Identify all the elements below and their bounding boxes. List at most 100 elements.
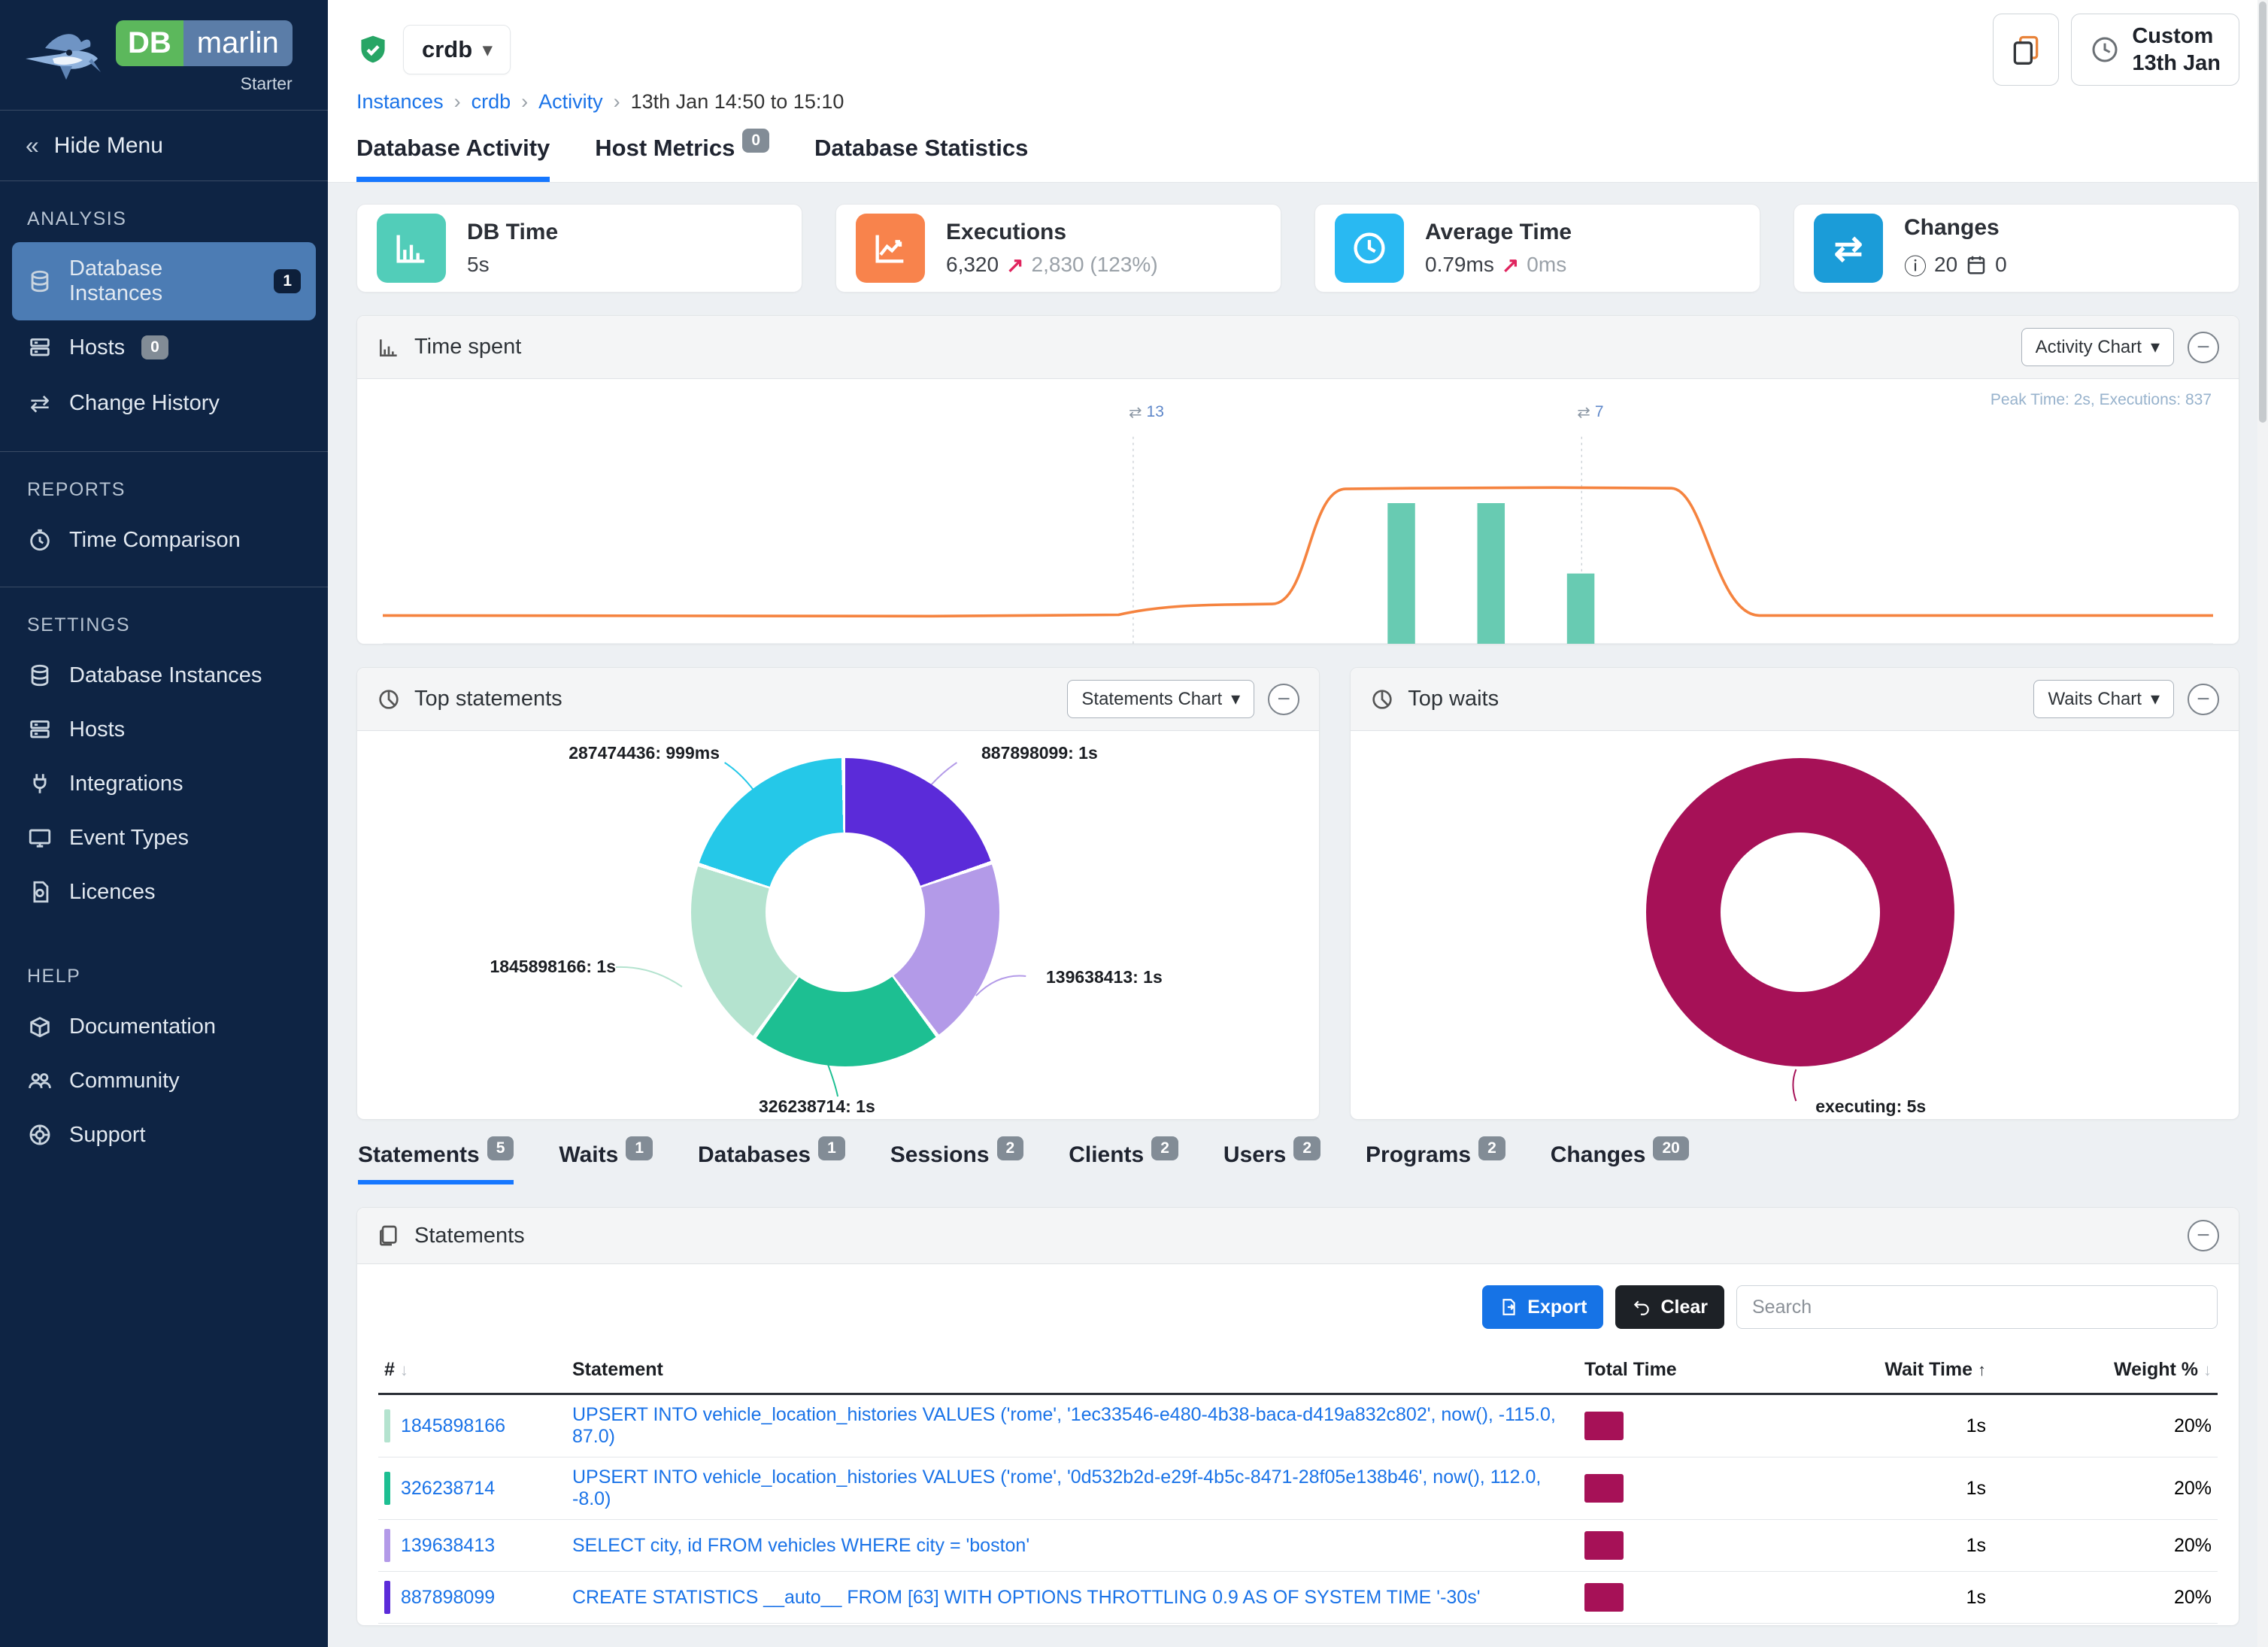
sidebar-item-label: Hosts (69, 717, 125, 742)
copy-icon (2009, 33, 2042, 66)
tab-clients[interactable]: Clients2 (1069, 1142, 1178, 1184)
hide-menu-label: Hide Menu (54, 133, 163, 159)
waits-donut[interactable] (1646, 758, 1954, 1066)
hide-menu-button[interactable]: « Hide Menu (0, 111, 328, 180)
chevron-down-icon: ▾ (2151, 688, 2160, 710)
tab-users[interactable]: Users2 (1223, 1142, 1320, 1184)
wait-time-value: 1s (1766, 1572, 1992, 1624)
column-header-weight[interactable]: Weight % ↓ (1992, 1347, 2218, 1394)
count-badge: 2 (1293, 1136, 1320, 1160)
activity-chart-select[interactable]: Activity Chart ▾ (2021, 328, 2174, 366)
breadcrumb-link-crdb[interactable]: crdb (471, 90, 511, 114)
donut-label: 887898099: 1s (981, 743, 1098, 763)
export-button[interactable]: Export (1482, 1285, 1603, 1329)
tab-waits[interactable]: Waits1 (559, 1142, 653, 1184)
statement-sql-link[interactable]: SELECT city, id FROM vehicles WHERE city… (572, 1535, 1029, 1556)
sort-down-icon: ↓ (400, 1360, 408, 1379)
sidebar-item-event-types[interactable]: Event Types (0, 811, 328, 865)
count-badge: 20 (1653, 1136, 1688, 1160)
donut-label: 139638413: 1s (1046, 967, 1163, 987)
time-spent-chart[interactable]: Peak Time: 2s, Executions: 837 ⇄13 ⇄7 14… (357, 379, 2239, 645)
tab-statements[interactable]: Statements5 (358, 1142, 514, 1184)
info-icon: ⓘ (1904, 248, 1927, 281)
sidebar-item-label: Hosts (69, 335, 125, 360)
statement-id-link[interactable]: 326238714 (401, 1478, 495, 1500)
tab-database-statistics[interactable]: Database Statistics (814, 135, 1028, 182)
weight-value: 20% (1992, 1624, 2218, 1626)
kpi-row: DB Time 5s Executions 6,320 ↗ 2,830 (123… (356, 204, 2239, 293)
statements-donut-chart: 287474436: 999ms 887898099: 1s 184589816… (357, 731, 1319, 1120)
time-range-line1: Custom (2132, 23, 2221, 50)
tab-host-metrics[interactable]: Host Metrics0 (595, 135, 769, 182)
change-marker[interactable]: ⇄7 (1577, 403, 1603, 422)
count-badge: 1 (818, 1136, 845, 1160)
column-header-statement[interactable]: Statement (566, 1347, 1578, 1394)
statement-id-link[interactable]: 1845898166 (401, 1415, 505, 1437)
kpi-db-time: DB Time 5s (356, 204, 802, 293)
count-badge: 1 (274, 269, 301, 293)
statements-donut[interactable] (691, 758, 999, 1066)
statements-chart-select[interactable]: Statements Chart ▾ (1067, 680, 1254, 718)
count-badge: 2 (1151, 1136, 1178, 1160)
tab-programs[interactable]: Programs2 (1366, 1142, 1505, 1184)
column-header-id[interactable]: # ↓ (378, 1347, 566, 1394)
statement-id-link[interactable]: 139638413 (401, 1535, 495, 1557)
swap-icon: ⇄ (1577, 403, 1590, 422)
sidebar-item-label: Integrations (69, 772, 183, 796)
waits-chart-select[interactable]: Waits Chart ▾ (2033, 680, 2174, 718)
sidebar-item-documentation[interactable]: Documentation (0, 999, 328, 1054)
sidebar-item-integrations[interactable]: Integrations (0, 757, 328, 811)
collapse-button[interactable]: − (2188, 332, 2219, 363)
vertical-scrollbar[interactable] (2257, 0, 2268, 1647)
sidebar-item-label: Time Comparison (69, 528, 241, 553)
change-marker[interactable]: ⇄13 (1129, 403, 1164, 422)
column-header-total-time[interactable]: Total Time (1578, 1347, 1766, 1394)
swap-icon: ⇄ (1814, 214, 1883, 283)
line-chart-icon (856, 214, 925, 283)
panel-title: Time spent (414, 335, 521, 359)
instance-name: crdb (422, 36, 472, 63)
breadcrumb-link-instances[interactable]: Instances (356, 90, 444, 114)
weight-value: 20% (1992, 1572, 2218, 1624)
sidebar-item-settings-hosts[interactable]: Hosts (0, 702, 328, 757)
sidebar-item-time-comparison[interactable]: Time Comparison (0, 513, 328, 567)
pie-chart-icon (377, 687, 401, 711)
collapse-button[interactable]: − (2188, 1220, 2219, 1251)
breadcrumb-separator: › (521, 90, 528, 114)
time-range-button[interactable]: Custom 13th Jan (2071, 14, 2239, 86)
statement-sql-link[interactable]: CREATE STATISTICS __auto__ FROM [63] WIT… (572, 1587, 1480, 1608)
sidebar-item-licences[interactable]: Licences (0, 865, 328, 919)
sidebar-item-label: Event Types (69, 826, 189, 851)
count-badge: 0 (141, 335, 168, 359)
tab-database-activity[interactable]: Database Activity (356, 135, 550, 182)
sort-down-icon: ↓ (2203, 1360, 2212, 1379)
tab-changes[interactable]: Changes20 (1551, 1142, 1689, 1184)
statement-sql-link[interactable]: UPSERT INTO vehicle_location_histories V… (572, 1404, 1556, 1447)
clear-button[interactable]: Clear (1615, 1285, 1724, 1329)
total-time-bar (1584, 1412, 1624, 1440)
sidebar-item-change-history[interactable]: ⇄ Change History (0, 375, 328, 432)
wait-time-value: 999ms (1766, 1624, 1992, 1626)
sidebar-item-database-instances[interactable]: Database Instances 1 (12, 242, 316, 320)
server-icon (27, 335, 53, 360)
statement-sql-link[interactable]: UPSERT INTO vehicle_location_histories V… (572, 1467, 1541, 1509)
tab-databases[interactable]: Databases1 (698, 1142, 845, 1184)
sidebar-item-community[interactable]: Community (0, 1054, 328, 1108)
copy-button[interactable] (1993, 14, 2059, 86)
collapse-button[interactable]: − (1268, 684, 1299, 715)
collapse-button[interactable]: − (2188, 684, 2219, 715)
instance-selector[interactable]: crdb ▾ (403, 25, 511, 74)
sidebar-item-support[interactable]: Support (0, 1108, 328, 1162)
total-time-bar (1584, 1583, 1624, 1612)
scrollbar-thumb[interactable] (2259, 2, 2266, 423)
monitor-icon (27, 825, 53, 851)
sidebar-item-settings-database-instances[interactable]: Database Instances (0, 648, 328, 702)
search-input[interactable] (1736, 1285, 2218, 1329)
statements-table-panel: Statements − Export Clear (356, 1207, 2239, 1626)
breadcrumb-link-activity[interactable]: Activity (538, 90, 603, 114)
statement-id-link[interactable]: 887898099 (401, 1587, 495, 1609)
sidebar-item-hosts[interactable]: Hosts 0 (0, 320, 328, 375)
column-header-wait-time[interactable]: Wait Time ↑ (1766, 1347, 1992, 1394)
tab-sessions[interactable]: Sessions2 (890, 1142, 1023, 1184)
total-time-bar (1584, 1474, 1624, 1503)
